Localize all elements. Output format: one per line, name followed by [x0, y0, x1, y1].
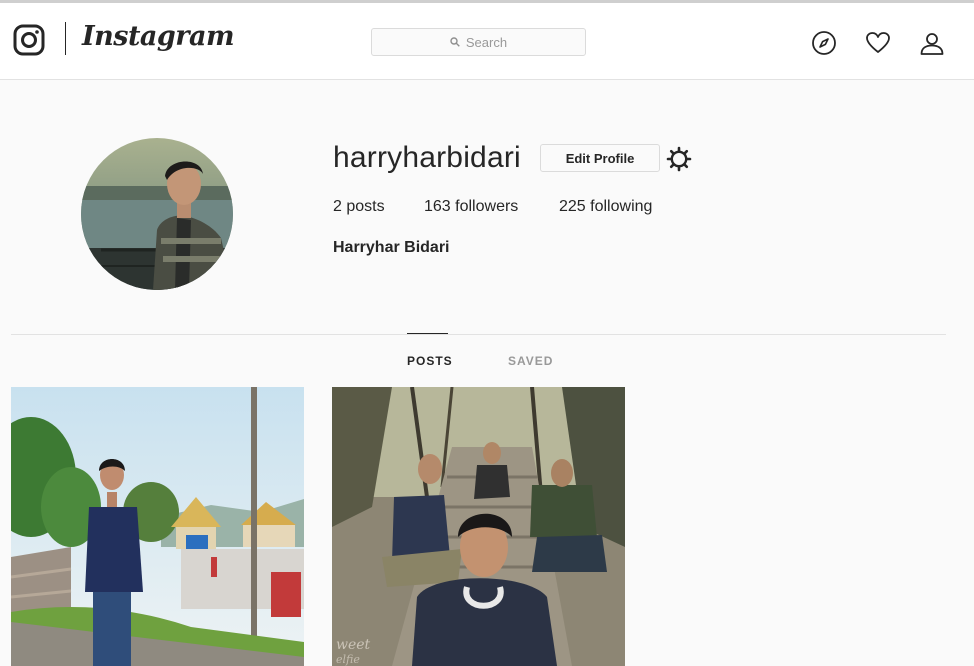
- following-count: 225: [559, 198, 586, 215]
- profile-username: harryharbidari: [333, 141, 521, 174]
- search-icon: [450, 37, 460, 47]
- instagram-wordmark[interactable]: Instagram: [82, 21, 235, 52]
- following-stat[interactable]: 225 following: [559, 198, 652, 216]
- posts-count: 2: [333, 198, 342, 215]
- heart-icon[interactable]: [865, 30, 891, 56]
- svg-text:elfie: elfie: [336, 653, 360, 666]
- gear-icon[interactable]: [666, 146, 692, 172]
- followers-label: followers: [455, 198, 519, 215]
- instagram-camera-icon[interactable]: [13, 24, 45, 56]
- post-thumbnail[interactable]: [11, 387, 304, 666]
- search-placeholder: Search: [465, 34, 508, 50]
- posts-label: posts: [346, 198, 385, 215]
- active-tab-indicator: [407, 333, 448, 334]
- tab-saved[interactable]: SAVED: [508, 354, 553, 368]
- tabs-divider: [11, 334, 946, 335]
- top-nav-bar: Instagram Search: [0, 3, 974, 80]
- posts-count-stat: 2 posts: [333, 198, 385, 216]
- followers-stat[interactable]: 163 followers: [424, 198, 518, 216]
- following-label: following: [590, 198, 653, 215]
- post-thumbnail[interactable]: weet elfie: [332, 387, 625, 666]
- search-input[interactable]: Search: [371, 28, 586, 56]
- svg-text:weet: weet: [336, 637, 371, 653]
- logo-divider: [65, 22, 66, 55]
- edit-profile-button[interactable]: Edit Profile: [540, 144, 660, 172]
- followers-count: 163: [424, 198, 451, 215]
- tab-posts[interactable]: POSTS: [407, 354, 453, 368]
- compass-icon[interactable]: [811, 30, 837, 56]
- profile-full-name: Harryhar Bidari: [333, 239, 450, 256]
- profile-avatar[interactable]: [81, 138, 233, 290]
- user-icon[interactable]: [919, 30, 945, 56]
